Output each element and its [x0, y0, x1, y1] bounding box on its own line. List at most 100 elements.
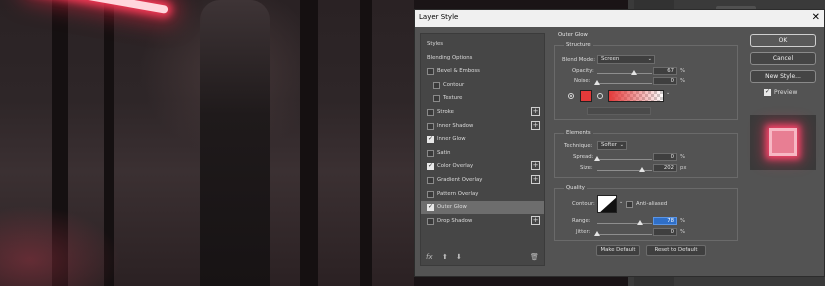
add-effect-icon[interactable]: + — [531, 175, 540, 184]
add-effect-icon[interactable]: + — [531, 107, 540, 116]
opacity-slider-knob[interactable] — [630, 70, 637, 75]
spread-input[interactable]: 0 — [653, 153, 677, 161]
range-label: Range: — [572, 218, 591, 224]
styles-list-item[interactable]: Texture — [421, 92, 544, 105]
elements-title: Elements — [564, 130, 593, 136]
solid-color-radio[interactable] — [568, 93, 574, 99]
styles-list-item[interactable]: Outer Glow — [421, 201, 544, 215]
styles-list-item[interactable]: Gradient Overlay + — [421, 174, 544, 187]
warrior-figure — [200, 0, 270, 286]
style-label: Drop Shadow — [437, 217, 473, 224]
styles-list: Styles Blending Options Bevel & Emboss Cont… — [420, 33, 545, 266]
style-checkbox[interactable] — [427, 162, 434, 171]
spread-slider-knob[interactable] — [594, 156, 600, 161]
size-slider-knob[interactable] — [638, 167, 645, 172]
gradient-dropdown-icon[interactable]: ⌄ — [666, 90, 670, 96]
style-checkbox[interactable] — [427, 217, 434, 225]
reset-to-default-button[interactable]: Reset to Default — [646, 245, 706, 256]
style-label: Bevel & Emboss — [437, 68, 480, 75]
spread-label: Spread: — [573, 154, 594, 160]
ground-glow — [0, 200, 130, 286]
range-slider-knob[interactable] — [636, 220, 643, 225]
style-label: Inner Glow — [437, 136, 466, 143]
move-up-icon[interactable]: ⬆ — [442, 253, 448, 261]
style-label: Color Overlay — [437, 163, 474, 170]
contour-dropdown-icon[interactable]: ⌄ — [619, 199, 623, 205]
style-checkbox[interactable] — [427, 109, 434, 116]
chevron-down-icon: ⌄ — [619, 142, 624, 148]
contour-curve — [600, 197, 616, 212]
style-label: Texture — [443, 95, 463, 102]
styles-list-item[interactable]: Inner Shadow + — [421, 120, 544, 133]
styles-list-item[interactable]: Satin — [421, 147, 544, 160]
move-down-icon[interactable]: ⬇ — [456, 253, 462, 261]
style-checkbox[interactable] — [427, 203, 434, 212]
styles-list-item[interactable]: Drop Shadow + — [421, 215, 544, 228]
jitter-label: Jitter: — [576, 229, 591, 235]
cancel-button[interactable]: Cancel — [750, 52, 816, 65]
size-slider[interactable] — [597, 167, 652, 172]
styles-list-item[interactable]: Pattern Overlay — [421, 188, 544, 201]
jitter-input[interactable]: 0 — [653, 228, 677, 236]
styles-list-item[interactable]: Blending Options — [421, 52, 544, 65]
style-checkbox[interactable] — [427, 135, 434, 144]
styles-list-item[interactable]: Inner Glow — [421, 133, 544, 146]
tree-trunk — [300, 0, 318, 286]
noise-slider[interactable] — [594, 80, 652, 85]
jitter-slider-knob[interactable] — [594, 231, 600, 236]
style-checkbox[interactable] — [427, 122, 434, 130]
opacity-input[interactable]: 67 — [653, 67, 677, 75]
add-effect-icon[interactable]: + — [531, 120, 540, 130]
add-effect-icon[interactable]: + — [531, 161, 540, 171]
section-title: Outer Glow — [558, 32, 588, 38]
opacity-slider[interactable] — [597, 70, 652, 75]
spread-unit: % — [680, 154, 686, 160]
method-select-disabled — [587, 107, 651, 115]
style-checkbox[interactable] — [427, 177, 434, 184]
outer-glow-panel: Outer Glow Structure Blend Mode: Screen … — [552, 30, 742, 268]
styles-list-item[interactable]: Bevel & Emboss — [421, 65, 544, 78]
preview-label: Preview — [774, 89, 798, 96]
opacity-label: Opacity: — [572, 68, 594, 74]
fx-icon[interactable]: fx — [426, 253, 433, 261]
styles-list-item[interactable]: Color Overlay + — [421, 160, 544, 173]
ok-button[interactable]: OK — [750, 34, 816, 47]
chevron-down-icon: ⌄ — [647, 56, 652, 62]
size-unit: px — [680, 165, 687, 171]
style-label: Pattern Overlay — [437, 190, 479, 197]
trash-icon[interactable]: 🗑 — [530, 253, 539, 261]
range-input[interactable]: 78 — [653, 217, 677, 225]
jitter-slider[interactable] — [594, 231, 652, 236]
noise-slider-knob[interactable] — [594, 80, 600, 85]
style-checkbox[interactable] — [427, 190, 434, 198]
style-checkbox[interactable] — [433, 95, 440, 103]
gradient-radio[interactable] — [597, 93, 603, 99]
range-slider[interactable] — [597, 220, 652, 225]
add-effect-icon[interactable]: + — [531, 215, 540, 225]
styles-list-item[interactable]: Stroke + — [421, 106, 544, 119]
styles-list-item[interactable]: Styles — [421, 38, 544, 51]
blend-mode-select[interactable]: Screen ⌄ — [597, 55, 655, 64]
contour-label: Contour: — [572, 201, 595, 207]
size-label: Size: — [580, 165, 593, 171]
technique-select[interactable]: Softer ⌄ — [597, 141, 627, 150]
new-style-button[interactable]: New Style... — [750, 70, 816, 83]
dialog-titlebar: Layer Style ✕ — [415, 10, 824, 27]
close-icon[interactable]: ✕ — [812, 11, 820, 25]
size-input[interactable]: 202 — [653, 164, 677, 172]
style-checkbox[interactable] — [427, 68, 434, 76]
glow-color-swatch[interactable] — [580, 90, 592, 102]
contour-picker[interactable] — [597, 195, 617, 213]
noise-input[interactable]: 0 — [653, 77, 677, 85]
style-checkbox[interactable] — [427, 149, 434, 157]
preview-checkbox[interactable] — [764, 88, 771, 96]
anti-aliased-checkbox[interactable] — [626, 201, 633, 208]
styles-list-item[interactable]: Contour — [421, 79, 544, 92]
make-default-button[interactable]: Make Default — [596, 245, 640, 256]
style-label: Styles — [427, 41, 444, 47]
spread-slider[interactable] — [594, 156, 652, 161]
blend-mode-label: Blend Mode: — [562, 57, 595, 63]
style-checkbox[interactable] — [433, 81, 440, 89]
forest-photo — [0, 0, 414, 286]
gradient-swatch[interactable] — [608, 90, 664, 102]
